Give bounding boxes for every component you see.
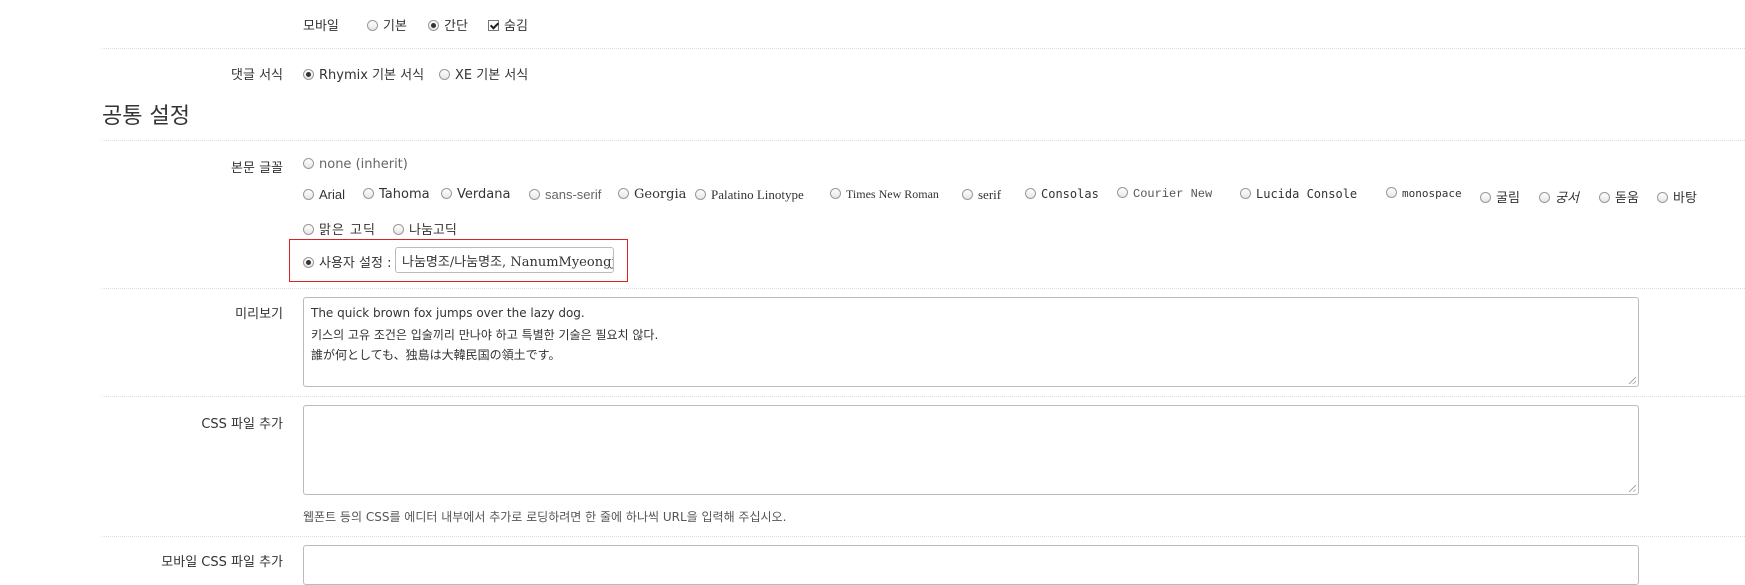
- css-file-label: CSS 파일 추가: [201, 417, 283, 432]
- font-option-tahoma-label: Tahoma: [379, 187, 430, 202]
- font-option-palatino[interactable]: Palatino Linotype: [695, 187, 804, 203]
- comment-format-rhymix[interactable]: Rhymix 기본 서식: [303, 64, 424, 83]
- radio-xe[interactable]: [439, 69, 450, 80]
- font-option-malgun-label: 맑은 고딕: [319, 223, 376, 238]
- radio-font-arial[interactable]: [303, 189, 314, 200]
- font-option-tahoma[interactable]: Tahoma: [363, 187, 430, 202]
- preview-line-english: The quick brown fox jumps over the lazy …: [311, 306, 585, 320]
- radio-font-consolas[interactable]: [1025, 188, 1036, 199]
- font-option-batang[interactable]: 바탕: [1657, 187, 1697, 206]
- resize-grip-icon[interactable]: [1629, 485, 1636, 492]
- css-file-help: 웹폰트 등의 CSS를 에디터 내부에서 추가로 로딩하려면 한 줄에 하나씩 …: [303, 510, 787, 524]
- font-option-custom-label: 사용자 설정 :: [319, 256, 392, 271]
- resize-grip-icon[interactable]: [1629, 377, 1636, 384]
- font-option-georgia[interactable]: Georgia: [618, 187, 686, 202]
- mobile-label: 모바일: [303, 19, 339, 34]
- preview-label: 미리보기: [235, 307, 283, 322]
- mobile-option-simple[interactable]: 간단: [428, 15, 468, 34]
- radio-font-courier[interactable]: [1117, 187, 1128, 198]
- radio-font-nanumgothic[interactable]: [393, 224, 404, 235]
- body-font-label: 본문 글꼴: [231, 161, 283, 176]
- font-option-nanumgothic[interactable]: 나눔고딕: [393, 219, 457, 238]
- font-option-palatino-label: Palatino Linotype: [711, 187, 804, 202]
- comment-format-label: 댓글 서식: [231, 68, 283, 83]
- font-option-nanumgothic-label: 나눔고딕: [409, 223, 457, 238]
- mobile-css-file-label: 모바일 CSS 파일 추가: [161, 555, 283, 570]
- checkbox-hide[interactable]: [488, 20, 499, 31]
- font-option-none-label: none (inherit): [319, 157, 408, 172]
- radio-font-none[interactable]: [303, 158, 314, 169]
- radio-font-serif[interactable]: [962, 189, 973, 200]
- font-option-courier-label: Courier New: [1133, 187, 1213, 201]
- font-option-lucida-label: Lucida Console: [1256, 187, 1358, 201]
- radio-font-batang[interactable]: [1657, 192, 1668, 203]
- mobile-option-hide-label: 숨김: [504, 19, 528, 34]
- font-option-gulim[interactable]: 굴림: [1480, 187, 1520, 206]
- mobile-option-basic-label: 기본: [383, 19, 407, 34]
- mobile-option-simple-label: 간단: [444, 19, 468, 34]
- radio-font-tahoma[interactable]: [363, 188, 374, 199]
- divider: [102, 288, 1745, 289]
- radio-font-monospace[interactable]: [1386, 187, 1397, 198]
- font-option-sans-serif[interactable]: sans-serif: [529, 187, 601, 202]
- font-option-dotum-label: 돋움: [1615, 191, 1639, 206]
- divider: [102, 140, 1745, 141]
- font-option-times[interactable]: Times New Roman: [830, 187, 939, 202]
- font-option-none[interactable]: none (inherit): [303, 157, 408, 172]
- font-option-dotum[interactable]: 돋움: [1599, 187, 1639, 206]
- custom-font-input[interactable]: 나눔명조/나눔명조, NanumMyeongjo: [395, 247, 614, 273]
- preview-box[interactable]: The quick brown fox jumps over the lazy …: [303, 297, 1639, 387]
- radio-font-malgun[interactable]: [303, 224, 314, 235]
- mobile-option-hide[interactable]: 숨김: [488, 15, 528, 34]
- font-option-monospace-label: monospace: [1402, 187, 1462, 200]
- radio-basic[interactable]: [367, 20, 378, 31]
- font-option-arial[interactable]: Arial: [303, 187, 345, 202]
- radio-font-sans-serif[interactable]: [529, 189, 540, 200]
- mobile-option-basic[interactable]: 기본: [367, 15, 407, 34]
- preview-line-korean: 키스의 고유 조건은 입술끼리 만나야 하고 특별한 기술은 필요치 않다.: [311, 328, 659, 342]
- divider: [102, 48, 1745, 49]
- font-option-monospace[interactable]: monospace: [1386, 187, 1462, 200]
- section-title: 공통 설정: [102, 104, 190, 129]
- radio-font-palatino[interactable]: [695, 189, 706, 200]
- divider: [102, 536, 1745, 537]
- radio-font-times[interactable]: [830, 188, 841, 199]
- mobile-css-file-textarea[interactable]: [303, 545, 1639, 585]
- font-option-malgun[interactable]: 맑은 고딕: [303, 219, 376, 238]
- font-option-times-label: Times New Roman: [846, 187, 939, 201]
- font-option-verdana-label: Verdana: [457, 187, 511, 202]
- font-option-custom[interactable]: 사용자 설정 :: [303, 252, 391, 271]
- font-option-sans-serif-label: sans-serif: [545, 187, 602, 202]
- css-file-textarea[interactable]: [303, 405, 1639, 495]
- font-option-gulim-label: 굴림: [1496, 191, 1520, 206]
- radio-simple[interactable]: [428, 20, 439, 31]
- font-option-batang-label: 바탕: [1673, 191, 1697, 206]
- font-option-serif[interactable]: serif: [962, 187, 1001, 203]
- radio-font-custom[interactable]: [303, 257, 314, 268]
- font-option-arial-label: Arial: [319, 187, 346, 202]
- radio-rhymix[interactable]: [303, 69, 314, 80]
- font-option-georgia-label: Georgia: [634, 187, 687, 202]
- comment-format-xe[interactable]: XE 기본 서식: [439, 64, 528, 83]
- preview-line-japanese: 誰が何としても、独島は大韓民国の領土です。: [311, 348, 561, 362]
- radio-font-verdana[interactable]: [441, 188, 452, 199]
- font-option-gungseo[interactable]: 궁서: [1539, 187, 1579, 206]
- font-option-lucida[interactable]: Lucida Console: [1240, 187, 1357, 201]
- comment-format-xe-label: XE 기본 서식: [455, 68, 529, 83]
- font-option-verdana[interactable]: Verdana: [441, 187, 510, 202]
- radio-font-gungseo[interactable]: [1539, 192, 1550, 203]
- comment-format-rhymix-label: Rhymix 기본 서식: [319, 68, 425, 83]
- font-option-gungseo-label: 궁서: [1555, 191, 1579, 206]
- radio-font-gulim[interactable]: [1480, 192, 1491, 203]
- font-option-courier[interactable]: Courier New: [1117, 187, 1212, 201]
- radio-font-lucida[interactable]: [1240, 188, 1251, 199]
- radio-font-georgia[interactable]: [618, 188, 629, 199]
- radio-font-dotum[interactable]: [1599, 192, 1610, 203]
- font-option-consolas-label: Consolas: [1041, 187, 1099, 201]
- font-option-serif-label: serif: [978, 187, 1002, 202]
- font-option-consolas[interactable]: Consolas: [1025, 187, 1099, 201]
- divider: [102, 396, 1745, 397]
